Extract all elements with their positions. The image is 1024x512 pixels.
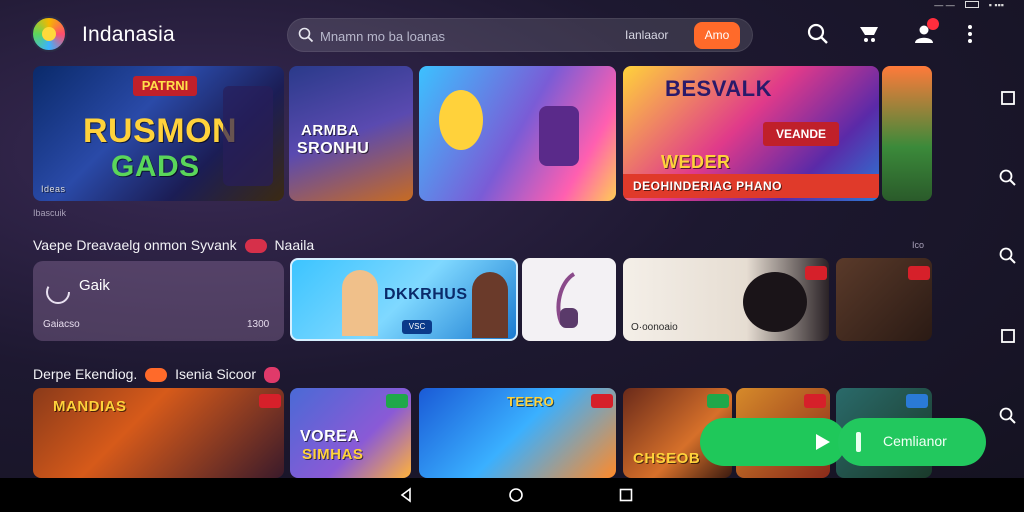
search-icon[interactable] — [806, 22, 830, 46]
status-right: ▪ ▪▪▪ — [988, 0, 1004, 10]
card-title: DKKRHUS — [384, 286, 468, 303]
status-bar: — — ▪ ▪▪▪ — [934, 0, 1004, 10]
battery-icon — [964, 1, 979, 8]
banner-subtitle: GADS — [111, 150, 200, 183]
character-figure — [439, 90, 483, 150]
play-icon — [816, 434, 830, 450]
headphone-icon — [556, 272, 578, 328]
banner-caption: Ibascuik — [33, 208, 67, 218]
card-label: Gaik — [79, 277, 110, 294]
app-logo-icon[interactable] — [31, 16, 67, 52]
card-badge — [386, 394, 408, 408]
card-badge — [804, 394, 826, 408]
search-bar[interactable]: Ianlaaor Amo — [287, 18, 753, 52]
search-filter[interactable]: Ianlaaor — [625, 28, 668, 42]
banner-card-1[interactable]: PATRNI RUSMON GADS Ideas — [33, 66, 284, 201]
section-badge-icon — [244, 239, 267, 254]
section-title-text: Vaepe Dreavaelg — [33, 237, 141, 253]
section-title: Derpe Ekendiog. Isenia Sicoor — [33, 366, 284, 384]
card-title: TEERO — [507, 394, 555, 409]
banner-card-4[interactable]: BESVALK VEANDE WEDER DEOHINDERIAG PHANO — [623, 66, 879, 201]
continue-button-label: Cemlianor — [883, 433, 947, 449]
game-card[interactable]: VOREA SIMHAS — [290, 388, 411, 478]
card-badge — [259, 394, 281, 408]
search-icon[interactable] — [998, 406, 1018, 426]
card-badge — [908, 266, 930, 280]
status-left: — — — [934, 0, 955, 10]
banner-badge: PATRNI — [133, 76, 197, 96]
banner-title: ARMBA — [301, 122, 360, 139]
card-title: CHSEOB — [633, 450, 701, 467]
banner-title: RUSMON — [83, 112, 238, 150]
card-title: VOREA — [300, 428, 360, 445]
banner-subtitle: SRONHU — [297, 140, 370, 157]
continue-button[interactable]: Cemlianor — [838, 418, 986, 466]
notification-badge — [927, 18, 939, 30]
banner-card-5[interactable] — [882, 66, 932, 201]
section-dot-icon — [263, 367, 280, 384]
character-figure — [342, 270, 378, 336]
banner-title: BESVALK — [665, 76, 772, 101]
section-subtitle: onmon Syvank — [144, 237, 237, 253]
search-icon — [298, 27, 314, 43]
card-badge — [805, 266, 827, 280]
card-chip: VSC — [402, 320, 432, 334]
app-title: Indanasia — [82, 23, 175, 46]
search-submit-button[interactable]: Amo — [694, 22, 740, 49]
game-card[interactable]: O·oonoaio — [623, 258, 829, 341]
recents-icon[interactable] — [618, 487, 634, 503]
pause-bar-icon — [856, 432, 861, 452]
game-card[interactable]: DKKRHUS VSC — [290, 258, 518, 341]
loading-icon — [46, 280, 70, 304]
search-icon[interactable] — [998, 168, 1018, 188]
banner-badge: VEANDE — [763, 122, 839, 146]
banner-card-3[interactable] — [419, 66, 616, 201]
game-card[interactable]: MANDIAS — [33, 388, 284, 478]
back-icon[interactable] — [398, 487, 414, 503]
banner-caption: Ideas — [41, 184, 66, 194]
square-icon[interactable] — [998, 326, 1018, 346]
continue-card[interactable]: Gaik Gaiacso 1300 — [33, 261, 284, 341]
character-figure — [223, 86, 273, 186]
card-count: 1300 — [247, 319, 270, 330]
character-figure — [472, 272, 508, 338]
banner-subtitle: WEDER — [661, 152, 731, 172]
section-tail: Naaila — [274, 237, 315, 253]
more-vert-icon[interactable] — [958, 22, 982, 46]
card-badge — [707, 394, 729, 408]
search-icon[interactable] — [998, 246, 1018, 266]
card-badge — [906, 394, 928, 408]
card-title: MANDIAS — [53, 398, 127, 415]
top-header: Indanasia Ianlaaor Amo — [0, 10, 1024, 60]
character-figure — [743, 272, 807, 332]
banner-card-2[interactable]: ARMBA SRONHU — [289, 66, 413, 201]
cart-icon[interactable] — [857, 22, 881, 46]
section-see-all[interactable]: Ico — [912, 240, 924, 250]
card-caption: O·oonoaio — [631, 322, 678, 333]
section-title: Vaepe Dreavaelg onmon Syvank Naaila — [33, 237, 315, 254]
section-subtitle: Isenia Sicoor — [175, 366, 257, 382]
section-title-text: Derpe Ekendiog. — [33, 366, 138, 382]
home-icon[interactable] — [508, 487, 524, 503]
system-nav-bar — [0, 478, 1024, 512]
game-card[interactable] — [836, 258, 932, 341]
character-figure — [539, 106, 579, 166]
section-badge-icon — [145, 368, 168, 383]
banner-ribbon-text: DEOHINDERIAG PHANO — [633, 179, 783, 193]
card-caption: Gaiacso — [43, 319, 80, 330]
card-badge — [591, 394, 613, 408]
square-icon[interactable] — [998, 88, 1018, 108]
game-card[interactable] — [522, 258, 616, 341]
game-card[interactable]: TEERO — [419, 388, 616, 478]
search-input[interactable] — [320, 27, 620, 45]
right-rail — [994, 80, 1022, 440]
card-subtitle: SIMHAS — [302, 446, 364, 463]
notifications-button[interactable] — [912, 18, 939, 46]
play-button[interactable] — [700, 418, 846, 466]
